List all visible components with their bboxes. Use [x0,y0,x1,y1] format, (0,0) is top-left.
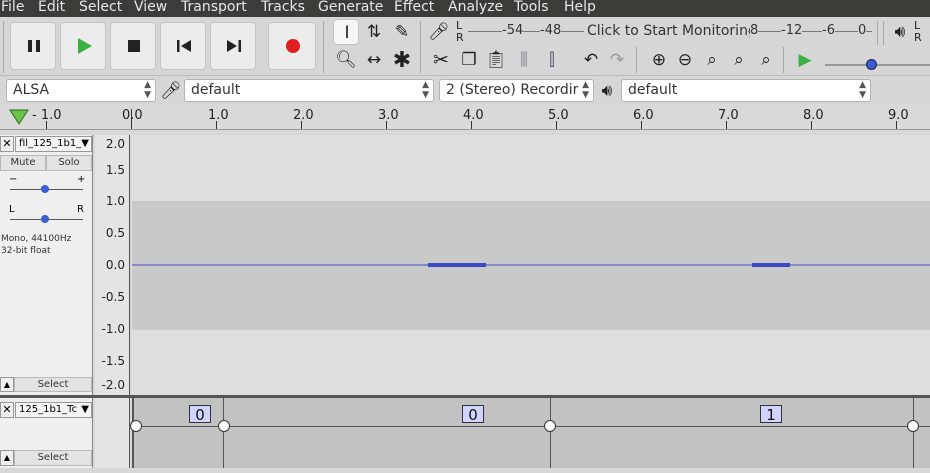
menu-edit[interactable]: Edit [38,0,65,17]
chevron-updown-icon: ▲ ▼ [144,80,151,100]
label-track-ruler [95,398,130,468]
chevron-down-icon: ▼ [81,404,89,415]
stop-button[interactable] [110,22,156,70]
record-meter[interactable]: -54 -48 [468,20,584,44]
collapse-track-icon[interactable]: ▲ [0,377,14,392]
label-track-control-panel: ✕ 125_1b1_Tc ▼ ▲ Select [0,398,93,468]
gain-slider-thumb[interactable] [41,185,49,193]
skip-start-icon [177,40,191,52]
chevron-down-icon: ▼ [81,138,89,149]
microphone-icon[interactable]: 🎤︎ [428,19,450,45]
menu-analyze[interactable]: Analyze [448,0,503,17]
waveform-area[interactable] [132,135,930,395]
menu-effect[interactable]: Effect [394,0,434,17]
draw-tool-icon[interactable]: ✎ [389,19,415,45]
undo-icon[interactable]: ↶ [578,47,604,73]
copy-icon[interactable]: ❐ [456,47,482,73]
playback-device-select[interactable]: default ▲ ▼ [621,79,871,102]
play-at-speed-icon[interactable]: ▶ [792,47,818,73]
play-head-triangle-icon[interactable] [8,108,30,126]
recording-mic-icon: 🎤︎ [160,80,182,101]
menu-help[interactable]: Help [564,0,596,17]
toolbar-area: I ⇅ ✎ 🔍︎ ↔ ✱ 🎤︎ L R -54 -48 Click to Sta… [0,17,930,75]
menu-select[interactable]: Select [79,0,122,17]
menu-view[interactable]: View [134,0,167,17]
record-button[interactable] [268,22,316,70]
i-beam-icon: I [344,23,350,43]
play-button[interactable] [60,22,106,70]
label-text[interactable]: 0 [189,405,211,424]
close-label-track-icon[interactable]: ✕ [0,402,14,418]
recording-device-select[interactable]: default ▲ ▼ [184,79,434,102]
fit-selection-icon[interactable]: ⌕ [699,47,725,73]
label-text[interactable]: 1 [760,405,782,424]
menu-tracks[interactable]: Tracks [261,0,305,17]
menu-generate[interactable]: Generate [318,0,383,17]
silence-audio-icon[interactable]: ⫿ [539,47,565,73]
selection-tool[interactable]: I [333,19,359,45]
close-track-icon[interactable]: ✕ [0,136,14,152]
paste-icon[interactable]: 📋︎ [483,47,509,73]
zoom-out-icon[interactable]: ⊖ [672,47,698,73]
multi-tool-icon[interactable]: ✱ [389,47,415,73]
record-icon [286,39,300,53]
label-track: ✕ 125_1b1_Tc ▼ ▲ Select 0 0 1 [0,398,930,468]
record-meter-lr: L R [456,19,464,44]
skip-to-start-button[interactable] [160,22,206,70]
play-speed-slider[interactable] [825,64,930,66]
cut-icon[interactable]: ✂ [428,47,454,73]
menu-tools[interactable]: Tools [514,0,549,17]
fit-project-icon[interactable]: ⌕ [726,47,752,73]
play-meter-lr: L R [914,19,922,44]
label-area[interactable]: 0 0 1 [130,398,930,468]
trim-audio-icon[interactable]: ⫼ [511,47,537,73]
menu-bar: File Edit Select View Transport Tracks G… [0,0,930,17]
collapse-label-track-icon[interactable]: ▲ [0,450,14,466]
track-control-panel: ✕ fil_125_1b1_ ▼ Mute Solo − + L R Mono, … [0,135,93,395]
menu-file[interactable]: File [1,0,24,17]
time-shift-tool-icon[interactable]: ↔ [361,47,387,73]
menu-transport[interactable]: Transport [181,0,247,17]
label-marker[interactable] [907,420,919,432]
waveform [132,135,930,395]
track-format-bits: 32-bit float [1,246,51,256]
solo-button[interactable]: Solo [46,155,92,171]
play-speed-thumb[interactable] [866,59,877,70]
track-format-rate: Mono, 44100Hz [1,234,72,244]
chevron-updown-icon: ▲ ▼ [859,80,866,100]
pan-slider-thumb[interactable] [41,215,49,223]
select-label-track-button[interactable]: Select [14,450,92,466]
zoom-tool-icon[interactable]: 🔍︎ [333,47,359,73]
recording-channels-select[interactable]: 2 (Stereo) Recordir ▲ ▼ [439,79,594,102]
zoom-toggle-icon[interactable]: ⌕ [753,47,779,73]
redo-icon[interactable]: ↷ [604,47,630,73]
zoom-in-icon[interactable]: ⊕ [646,47,672,73]
envelope-tool-icon[interactable]: ⇅ [361,19,387,45]
timeline-ruler[interactable]: - 1.0 0.0 1.0 2.0 3.0 4.0 5.0 6.0 7.0 8.… [0,104,930,130]
record-meter-right: 8 -12 -6 0 [748,20,872,44]
audio-track: ✕ fil_125_1b1_ ▼ Mute Solo − + L R Mono, … [0,135,930,395]
playback-speaker-icon: 🔊︎ [601,80,613,101]
chevron-updown-icon: ▲ ▼ [582,80,589,100]
pause-icon [28,40,40,52]
speaker-icon[interactable]: 🔊︎ [888,19,912,45]
skip-to-end-button[interactable] [210,22,256,70]
chevron-updown-icon: ▲ ▼ [422,80,429,100]
label-marker[interactable] [544,420,556,432]
label-text[interactable]: 0 [462,405,484,424]
select-track-button[interactable]: Select [14,377,92,392]
device-toolbar: ALSA ▲ ▼ 🎤︎ default ▲ ▼ 2 (Stereo) Recordir ▲… [0,75,930,105]
audio-host-select[interactable]: ALSA ▲ ▼ [6,79,156,102]
label-track-name-menu[interactable]: 125_1b1_Tc ▼ [15,402,92,418]
start-monitoring-text[interactable]: Click to Start Monitoring [587,23,757,39]
play-icon [78,38,92,54]
skip-end-icon [227,40,241,52]
stop-icon [128,40,140,52]
label-marker[interactable] [130,420,142,432]
mute-button[interactable]: Mute [0,155,46,171]
label-marker[interactable] [218,420,230,432]
pause-button[interactable] [10,22,56,70]
amplitude-ruler: 2.0 1.5 1.0 0.5 0.0 -0.5 -1.0 -1.5 -2.0 [95,135,130,395]
track-name-menu[interactable]: fil_125_1b1_ ▼ [15,136,92,152]
